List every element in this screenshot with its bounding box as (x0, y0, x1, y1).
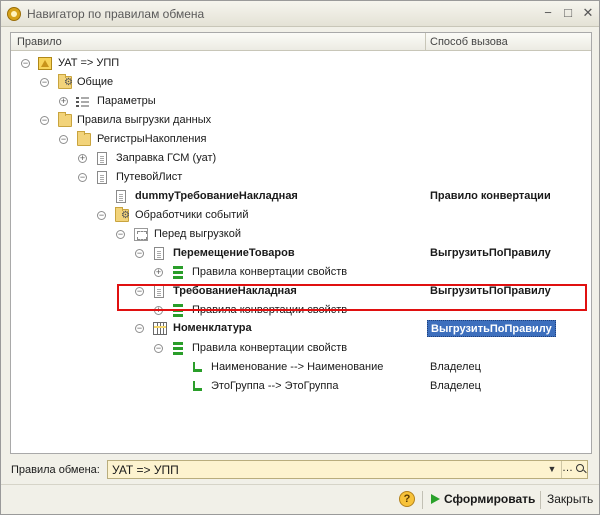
column-divider (425, 33, 426, 51)
tree-row-event-handlers[interactable]: Обработчики событий (11, 206, 591, 225)
tree-row-label: Заправка ГСМ (уат) (116, 152, 217, 164)
document-icon (97, 171, 107, 184)
catalog-icon (153, 322, 167, 335)
exchange-rules-field[interactable]: УАТ => УПП ▼ … (107, 460, 588, 479)
collapse-toggle[interactable] (154, 344, 163, 353)
folder-icon (77, 131, 91, 146)
expand-toggle[interactable] (154, 268, 163, 277)
close-icon[interactable]: ✕ (579, 5, 597, 21)
toolbar-divider (422, 491, 423, 509)
tree-row-label: УАТ => УПП (58, 57, 120, 69)
tree-row-label: Правила конвертации свойств (192, 266, 348, 278)
tree-header: Правило Способ вызова (11, 33, 591, 51)
dropdown-arrow-icon[interactable]: ▼ (545, 462, 559, 477)
tree-row-call-method: Правило конвертации (430, 190, 551, 202)
tree-row-call-method: Владелец (430, 361, 481, 373)
column-header-rule[interactable]: Правило (17, 36, 62, 48)
close-button[interactable]: Закрыть (547, 492, 593, 506)
collapse-toggle[interactable] (116, 230, 125, 239)
tree-row-property-name[interactable]: Наименование --> Наименование Владелец (11, 358, 591, 377)
tree-row-waybill[interactable]: ПутевойЛист (11, 168, 591, 187)
tree-row-call-method: ВыгрузитьПоПравилу (430, 247, 551, 259)
highlight-annotation-box (117, 284, 587, 311)
document-icon (116, 190, 126, 203)
tree-row-before-export[interactable]: Перед выгрузкой (11, 225, 591, 244)
document-icon (97, 152, 107, 165)
collapse-toggle[interactable] (40, 78, 49, 87)
collapse-toggle[interactable] (78, 173, 87, 182)
tree-row-label: Перед выгрузкой (154, 228, 241, 240)
tree-row-label: ПеремещениеТоваров (173, 247, 295, 259)
tree-row-label: ПутевойЛист (116, 171, 183, 183)
tree-row-export-rules[interactable]: Правила выгрузки данных (11, 111, 591, 130)
select-dots-icon[interactable]: … (561, 461, 573, 478)
document-icon (154, 247, 164, 260)
search-icon[interactable] (574, 462, 588, 477)
tree-row-call-method: Владелец (430, 380, 481, 392)
tree-row-root[interactable]: УАТ => УПП (11, 54, 591, 73)
collapse-toggle[interactable] (97, 211, 106, 220)
collapse-toggle[interactable] (135, 249, 144, 258)
maximize-icon[interactable]: □ (559, 5, 577, 21)
window-title: Навигатор по правилам обмена (27, 7, 205, 21)
tree-row-dummy-requisition[interactable]: dummyТребованиеНакладная Правило конверт… (11, 187, 591, 206)
tree-row-fuel-refill[interactable]: Заправка ГСМ (уат) (11, 149, 591, 168)
tree-row-label: ЭтоГруппа --> ЭтоГруппа (211, 380, 339, 392)
expand-toggle[interactable] (78, 154, 87, 163)
collapse-toggle[interactable] (21, 59, 30, 68)
property-icon (192, 361, 204, 374)
play-icon[interactable] (431, 494, 440, 504)
handlers-folder-icon (115, 207, 130, 222)
collapse-toggle[interactable] (59, 135, 68, 144)
tree-row-label: Обработчики событий (135, 209, 249, 221)
exchange-rules-icon (38, 57, 52, 70)
app-icon (7, 7, 21, 21)
toolbar-divider (540, 491, 541, 509)
navigator-window: Навигатор по правилам обмена − □ ✕ Прави… (0, 0, 600, 515)
property-icon (192, 380, 204, 393)
tree-row-accumulation-registers[interactable]: РегистрыНакопления (11, 130, 591, 149)
exchange-rules-label: Правила обмена: (11, 464, 100, 476)
tree-row-property-rules[interactable]: Правила конвертации свойств (11, 339, 591, 358)
title-bar: Навигатор по правилам обмена − □ ✕ (1, 1, 599, 27)
tree-row-nomenclature[interactable]: Номенклатура ВыгрузитьПоПравилу (11, 319, 591, 338)
tree-row-property-is-group[interactable]: ЭтоГруппа --> ЭтоГруппа Владелец (11, 377, 591, 396)
collapse-toggle[interactable] (40, 116, 49, 125)
column-header-call-method[interactable]: Способ вызова (430, 36, 508, 48)
property-rules-icon (173, 342, 183, 355)
rules-tree[interactable]: Правило Способ вызова УАТ => УПП Общие П… (10, 32, 592, 454)
tree-row-general[interactable]: Общие (11, 73, 591, 92)
property-rules-icon (173, 266, 183, 279)
generate-button[interactable]: Сформировать (444, 492, 535, 506)
tree-row-label: РегистрыНакопления (97, 133, 207, 145)
tree-row-call-method-selected[interactable]: ВыгрузитьПоПравилу (427, 320, 556, 337)
event-handler-icon (134, 228, 148, 241)
tree-row-parameters[interactable]: Параметры (11, 92, 591, 111)
settings-folder-icon (58, 74, 73, 89)
tree-row-label: Правила конвертации свойств (192, 342, 348, 354)
tree-row-label: Номенклатура (173, 322, 252, 334)
tree-row-property-rules[interactable]: Правила конвертации свойств (11, 263, 591, 282)
parameters-icon (76, 95, 90, 108)
tree-row-label: Общие (77, 76, 114, 88)
tree-row-label: dummyТребованиеНакладная (135, 190, 298, 202)
minimize-icon[interactable]: − (539, 5, 557, 21)
folder-icon (58, 112, 72, 127)
tree-row-goods-transfer[interactable]: ПеремещениеТоваров ВыгрузитьПоПравилу (11, 244, 591, 263)
expand-toggle[interactable] (59, 97, 68, 106)
help-button[interactable]: ? (399, 491, 415, 507)
collapse-toggle[interactable] (135, 324, 144, 333)
exchange-rules-value: УАТ => УПП (112, 463, 179, 477)
tree-row-label: Правила выгрузки данных (77, 114, 212, 126)
footer-divider (1, 484, 599, 485)
tree-row-label: Параметры (97, 95, 156, 107)
tree-row-label: Наименование --> Наименование (211, 361, 384, 373)
